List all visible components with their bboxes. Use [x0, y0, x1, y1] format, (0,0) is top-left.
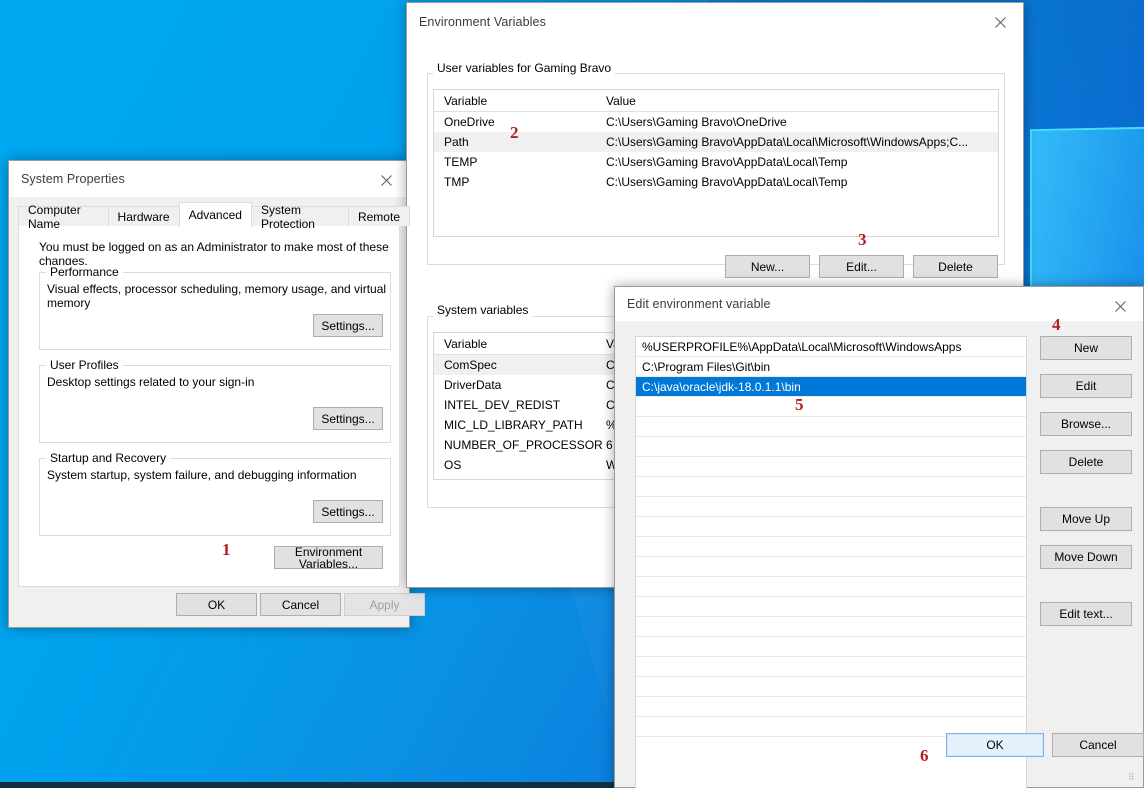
- edit-env-side-buttons: New Edit Browse... Delete Move Up Move D…: [1040, 336, 1132, 640]
- list-item-empty[interactable]: [636, 597, 1026, 617]
- system-properties-dialog: System Properties Computer Name Hardware…: [8, 160, 425, 628]
- startup-recovery-settings-button[interactable]: Settings...: [313, 500, 383, 523]
- list-item-empty[interactable]: [636, 457, 1026, 477]
- list-item[interactable]: C:\Program Files\Git\bin: [636, 357, 1026, 377]
- column-header-value: Value: [606, 93, 636, 108]
- list-item-empty[interactable]: [636, 577, 1026, 597]
- ee-move-down-button[interactable]: Move Down: [1040, 545, 1132, 569]
- sysprops-apply-button: Apply: [344, 593, 425, 616]
- list-item-empty[interactable]: [636, 497, 1026, 517]
- desktop-background: System Properties Computer Name Hardware…: [0, 0, 1144, 788]
- ee-ok-button[interactable]: OK: [946, 733, 1044, 757]
- performance-group-label: Performance: [46, 265, 123, 279]
- column-header-variable: Variable: [444, 93, 488, 108]
- startup-recovery-description: System startup, system failure, and debu…: [47, 468, 357, 482]
- user-delete-button[interactable]: Delete: [913, 255, 998, 278]
- user-profiles-description: Desktop settings related to your sign-in: [47, 375, 255, 389]
- list-item[interactable]: %USERPROFILE%\AppData\Local\Microsoft\Wi…: [636, 337, 1026, 357]
- table-row[interactable]: Path C:\Users\Gaming Bravo\AppData\Local…: [434, 132, 998, 152]
- variable-name: Path: [434, 478, 602, 479]
- system-properties-title: System Properties: [21, 172, 125, 186]
- performance-settings-button[interactable]: Settings...: [313, 314, 383, 337]
- ee-delete-button[interactable]: Delete: [1040, 450, 1132, 474]
- edit-environment-variable-dialog: Edit environment variable %USERPROFILE%\…: [614, 286, 1144, 788]
- variable-name: OneDrive: [444, 115, 495, 129]
- user-variables-group-label: User variables for Gaming Bravo: [433, 61, 616, 75]
- tab-advanced[interactable]: Advanced: [178, 202, 252, 227]
- sysprops-cancel-button[interactable]: Cancel: [260, 593, 341, 616]
- variable-name: NUMBER_OF_PROCESSORS: [444, 438, 602, 452]
- variable-name: DriverData: [444, 378, 502, 392]
- environment-variables-titlebar: Environment Variables: [407, 3, 1023, 41]
- path-entries-list[interactable]: %USERPROFILE%\AppData\Local\Microsoft\Wi…: [635, 336, 1027, 788]
- list-item-empty[interactable]: [636, 637, 1026, 657]
- startup-recovery-group-label: Startup and Recovery: [46, 451, 171, 465]
- tab-remote[interactable]: Remote: [347, 206, 410, 226]
- user-profiles-settings-button[interactable]: Settings...: [313, 407, 383, 430]
- edit-env-title: Edit environment variable: [627, 297, 771, 311]
- edit-env-titlebar: Edit environment variable: [615, 287, 1143, 321]
- table-row[interactable]: TMP C:\Users\Gaming Bravo\AppData\Local\…: [434, 172, 998, 192]
- variable-name: TMP: [444, 175, 470, 189]
- table-row[interactable]: TEMP C:\Users\Gaming Bravo\AppData\Local…: [434, 152, 998, 172]
- ee-new-button[interactable]: New: [1040, 336, 1132, 360]
- list-item-empty[interactable]: [636, 477, 1026, 497]
- variable-name: MIC_LD_LIBRARY_PATH: [444, 418, 583, 432]
- column-header-variable: Variable: [444, 336, 488, 351]
- list-item-empty[interactable]: [636, 437, 1026, 457]
- ee-browse-button[interactable]: Browse...: [1040, 412, 1132, 436]
- user-variables-header: Variable Value: [434, 90, 998, 112]
- advanced-tab-panel: You must be logged on as an Administrato…: [18, 225, 400, 587]
- list-item-empty[interactable]: [636, 517, 1026, 537]
- system-properties-titlebar: System Properties: [9, 161, 409, 197]
- tab-hardware[interactable]: Hardware: [107, 206, 180, 226]
- variable-value: C:\Users\Gaming Bravo\AppData\Local\Temp: [606, 175, 848, 189]
- tab-system-protection[interactable]: System Protection: [250, 203, 349, 231]
- system-properties-body: Computer Name Hardware Advanced System P…: [9, 197, 425, 627]
- user-variables-list[interactable]: Variable Value OneDrive C:\Users\Gaming …: [433, 89, 999, 237]
- ee-edit-button[interactable]: Edit: [1040, 374, 1132, 398]
- system-variables-group-label: System variables: [433, 303, 533, 317]
- ee-cancel-button[interactable]: Cancel: [1052, 733, 1144, 757]
- variable-value: C:\Users\Gaming Bravo\AppData\Local\Temp: [606, 155, 848, 169]
- list-item-empty[interactable]: [636, 677, 1026, 697]
- resize-grip-icon[interactable]: ⠿: [1128, 773, 1140, 785]
- variable-name: ComSpec: [444, 358, 497, 372]
- user-edit-button[interactable]: Edit...: [819, 255, 904, 278]
- list-item-empty[interactable]: [636, 617, 1026, 637]
- variable-value: C:\Users\Gaming Bravo\OneDrive: [606, 115, 787, 129]
- administrator-notice: You must be logged on as an Administrato…: [39, 240, 389, 268]
- list-item-empty[interactable]: [636, 657, 1026, 677]
- close-icon[interactable]: [977, 3, 1023, 41]
- user-new-button[interactable]: New...: [725, 255, 810, 278]
- list-item-empty[interactable]: [636, 397, 1026, 417]
- user-profiles-group-label: User Profiles: [46, 358, 123, 372]
- variable-name: TEMP: [444, 155, 478, 169]
- list-item-selected[interactable]: C:\java\oracle\jdk-18.0.1.1\bin: [636, 377, 1026, 397]
- list-item-empty[interactable]: [636, 537, 1026, 557]
- performance-description: Visual effects, processor scheduling, me…: [47, 282, 387, 310]
- variable-name: OS: [444, 458, 462, 472]
- list-item-empty[interactable]: [636, 417, 1026, 437]
- close-icon[interactable]: [363, 161, 409, 199]
- tab-computer-name[interactable]: Computer Name: [18, 203, 109, 231]
- environment-variables-title: Environment Variables: [419, 15, 546, 29]
- environment-variables-button[interactable]: Environment Variables...: [274, 546, 383, 570]
- list-item-empty[interactable]: [636, 697, 1026, 717]
- table-row[interactable]: OneDrive C:\Users\Gaming Bravo\OneDrive: [434, 112, 998, 132]
- ee-edit-text-button[interactable]: Edit text...: [1040, 602, 1132, 626]
- variable-name: Path: [444, 135, 469, 149]
- ee-move-up-button[interactable]: Move Up: [1040, 507, 1132, 531]
- list-item-empty[interactable]: [636, 557, 1026, 577]
- variable-name: INTEL_DEV_REDIST: [444, 398, 561, 412]
- sysprops-ok-button[interactable]: OK: [176, 593, 257, 616]
- variable-value: C:\Users\Gaming Bravo\AppData\Local\Micr…: [606, 135, 969, 149]
- system-properties-tabstrip: Computer Name Hardware Advanced System P…: [18, 202, 410, 231]
- close-icon[interactable]: [1097, 287, 1143, 325]
- system-properties-footer: OK Cancel Apply: [9, 583, 425, 627]
